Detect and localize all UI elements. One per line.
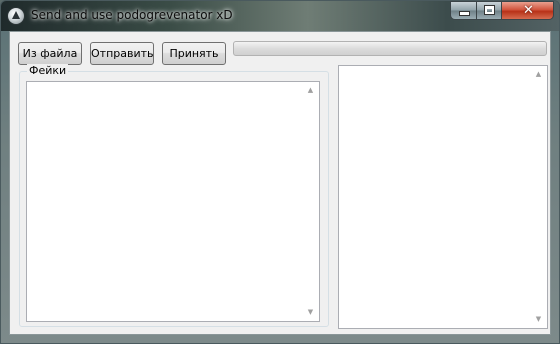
maximize-button[interactable] <box>476 1 502 20</box>
scroll-down-arrow-icon[interactable]: ▼ <box>530 311 547 328</box>
fakes-textbox[interactable]: ▲ ▼ <box>26 81 320 322</box>
fakes-group: Фейки ▲ ▼ <box>19 64 329 327</box>
fakes-group-label: Фейки <box>27 64 69 78</box>
scroll-down-arrow-icon[interactable]: ▼ <box>302 304 319 321</box>
window-controls: ✕ <box>450 1 554 21</box>
close-button[interactable]: ✕ <box>501 1 554 20</box>
minimize-icon <box>460 12 469 15</box>
progress-bar <box>233 41 547 56</box>
close-icon: ✕ <box>523 3 534 18</box>
output-textbox[interactable]: ▲ ▼ <box>338 65 548 329</box>
client-area: Из файла Отправить Принять Фейки ▲ ▼ ▲ ▼ <box>9 31 551 335</box>
receive-button[interactable]: Принять <box>162 42 226 65</box>
scroll-up-arrow-icon[interactable]: ▲ <box>302 82 319 99</box>
send-button[interactable]: Отправить <box>90 42 154 65</box>
app-icon[interactable] <box>8 8 24 24</box>
maximize-icon <box>484 5 495 15</box>
scroll-up-arrow-icon[interactable]: ▲ <box>530 66 547 83</box>
minimize-button[interactable] <box>450 1 477 20</box>
fakes-scrollbar[interactable]: ▲ ▼ <box>302 82 319 321</box>
app-window: Send and use podogrevenator xD ✕ Из файл… <box>0 0 560 344</box>
window-title: Send and use podogrevenator xD <box>31 8 233 22</box>
output-scrollbar[interactable]: ▲ ▼ <box>530 66 547 328</box>
from-file-button[interactable]: Из файла <box>18 42 82 65</box>
title-bar[interactable]: Send and use podogrevenator xD ✕ <box>1 1 559 31</box>
